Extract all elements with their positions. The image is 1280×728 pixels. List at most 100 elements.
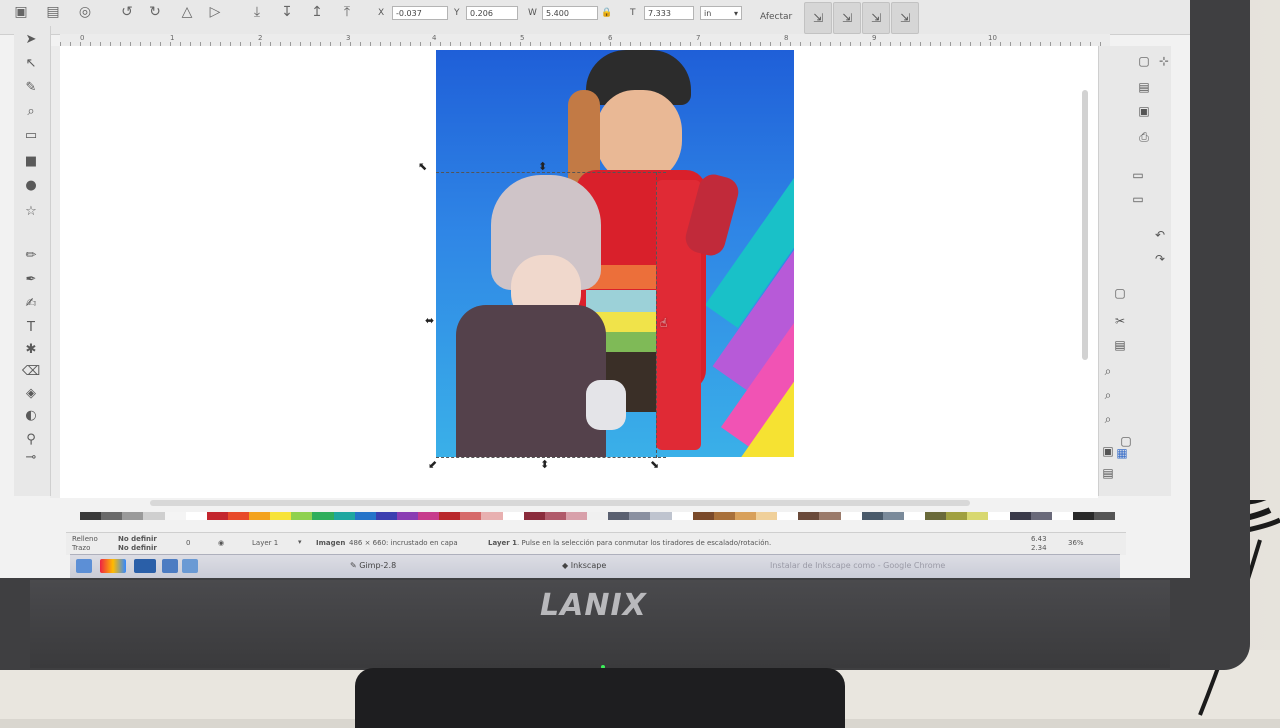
open-icon[interactable]: ▤ [1135, 78, 1153, 96]
palette-swatch[interactable] [1094, 512, 1116, 520]
select-all-layers-icon[interactable]: ▤ [42, 2, 64, 22]
fill-value[interactable]: No definir [118, 535, 157, 543]
palette-swatch[interactable] [967, 512, 989, 520]
palette-swatch[interactable] [861, 512, 883, 520]
grid-icon[interactable]: ▦ [1113, 444, 1131, 462]
ellipse-tool-icon[interactable]: ● [22, 176, 40, 194]
palette-swatch[interactable] [565, 512, 587, 520]
snap-nodes-icon[interactable]: ↶ [1151, 226, 1169, 244]
palette-swatch[interactable] [608, 512, 630, 520]
taskbar-inkscape[interactable]: ◆ Inkscape [562, 561, 606, 570]
scale-handle-bottom-right[interactable]: ⬊ [650, 458, 659, 471]
flip-vertical-icon[interactable]: △ [176, 2, 198, 22]
palette-swatch[interactable] [903, 512, 925, 520]
lower-to-bottom-icon[interactable]: ⤓ [246, 2, 268, 22]
palette-swatch[interactable] [206, 512, 228, 520]
cut-icon[interactable]: ✂ [1111, 312, 1129, 330]
scale-handle-top-left[interactable]: ⬉ [418, 160, 427, 173]
palette-swatch[interactable] [227, 512, 249, 520]
palette-swatch[interactable] [946, 512, 968, 520]
text-tool-icon[interactable]: T [22, 318, 40, 336]
pen-tool-icon[interactable]: ✒ [22, 270, 40, 288]
palette-swatch[interactable] [798, 512, 820, 520]
scale-corners-button[interactable]: ⇲ [833, 2, 861, 34]
import-icon[interactable]: ▭ [1129, 166, 1147, 184]
width-input[interactable]: 5.400 [542, 6, 598, 20]
lower-icon[interactable]: ↧ [276, 2, 298, 22]
deselect-icon[interactable]: ◎ [74, 2, 96, 22]
scale-stroke-button[interactable]: ⇲ [804, 2, 832, 34]
palette-swatch[interactable] [925, 512, 947, 520]
horizontal-scrollbar[interactable] [150, 500, 970, 506]
raise-to-top-icon[interactable]: ⤒ [336, 2, 358, 22]
palette-swatch[interactable] [713, 512, 735, 520]
zoom-page-icon[interactable]: ⌕ [1099, 410, 1117, 428]
raise-icon[interactable]: ↥ [306, 2, 328, 22]
palette-swatch[interactable] [734, 512, 756, 520]
new-document-icon[interactable]: ▢ [1135, 52, 1153, 70]
node-tool-icon[interactable]: ↖ [22, 54, 40, 72]
align-icon[interactable]: ▤ [1099, 464, 1117, 482]
connector-tool-icon[interactable]: ⊸ [22, 448, 40, 466]
taskbar-gimp[interactable]: ✎ Gimp-2.8 [350, 561, 396, 570]
palette-swatch[interactable] [502, 512, 524, 520]
palette-swatch[interactable] [418, 512, 440, 520]
palette-swatch[interactable] [819, 512, 841, 520]
export-icon[interactable]: ▭ [1129, 190, 1147, 208]
palette-swatch[interactable] [756, 512, 778, 520]
palette-swatch[interactable] [629, 512, 651, 520]
eraser-tool-icon[interactable]: ⌫ [22, 362, 40, 380]
palette-swatch[interactable] [122, 512, 144, 520]
file-manager-icon[interactable] [162, 559, 178, 573]
x-input[interactable]: -0.037 [392, 6, 448, 20]
height-input[interactable]: 7.333 [644, 6, 694, 20]
color-palette[interactable] [80, 512, 1116, 520]
calligraphy-tool-icon[interactable]: ✍ [22, 294, 40, 312]
zoom-field[interactable]: 36% [1068, 539, 1084, 547]
palette-swatch[interactable] [481, 512, 503, 520]
palette-swatch[interactable] [650, 512, 672, 520]
zoom-selection-icon[interactable]: ⌕ [1099, 362, 1117, 380]
opacity-value[interactable]: 0 [186, 539, 190, 547]
move-patterns-button[interactable]: ⇲ [891, 2, 919, 34]
select-all-icon[interactable]: ▣ [10, 2, 32, 22]
palette-swatch[interactable] [164, 512, 186, 520]
print-icon[interactable]: ⎙ [1135, 128, 1153, 146]
zoom-tool-icon[interactable]: ⌕ [22, 102, 40, 120]
snap-paths-icon[interactable]: ↷ [1151, 250, 1169, 268]
rotate-cw-icon[interactable]: ↻ [144, 2, 166, 22]
palette-swatch[interactable] [460, 512, 482, 520]
rectangle-tool-icon[interactable]: ■ [22, 152, 40, 170]
palette-swatch[interactable] [692, 512, 714, 520]
palette-swatch[interactable] [312, 512, 334, 520]
copy-icon[interactable]: ▢ [1111, 284, 1129, 302]
scale-handle-top[interactable]: ⬍ [538, 160, 547, 173]
scale-handle-bottom[interactable]: ⬍ [540, 458, 549, 471]
spray-tool-icon[interactable]: ✱ [22, 340, 40, 358]
star-tool-icon[interactable]: ☆ [22, 202, 40, 220]
palette-swatch[interactable] [185, 512, 207, 520]
palette-swatch[interactable] [882, 512, 904, 520]
save-icon[interactable]: ▣ [1135, 102, 1153, 120]
palette-swatch[interactable] [587, 512, 609, 520]
selector-tool-icon[interactable]: ➤ [22, 30, 40, 48]
layer-select[interactable]: Layer 1 [252, 539, 278, 547]
pencil-tool-icon[interactable]: ✏ [22, 246, 40, 264]
stroke-value[interactable]: No definir [118, 544, 157, 552]
palette-swatch[interactable] [101, 512, 123, 520]
taskbar-chrome[interactable]: Instalar de Inkscape como - Google Chrom… [770, 561, 945, 570]
palette-swatch[interactable] [396, 512, 418, 520]
palette-swatch[interactable] [840, 512, 862, 520]
palette-swatch[interactable] [270, 512, 292, 520]
palette-swatch[interactable] [333, 512, 355, 520]
unit-select[interactable]: in ▾ [700, 6, 742, 20]
palette-swatch[interactable] [80, 512, 102, 520]
palette-swatch[interactable] [523, 512, 545, 520]
palette-swatch[interactable] [1051, 512, 1073, 520]
palette-swatch[interactable] [375, 512, 397, 520]
start-menu-icon[interactable] [76, 559, 92, 573]
palette-swatch[interactable] [1009, 512, 1031, 520]
desktop-icon[interactable] [134, 559, 156, 573]
palette-swatch[interactable] [249, 512, 271, 520]
rotate-ccw-icon[interactable]: ↺ [116, 2, 138, 22]
